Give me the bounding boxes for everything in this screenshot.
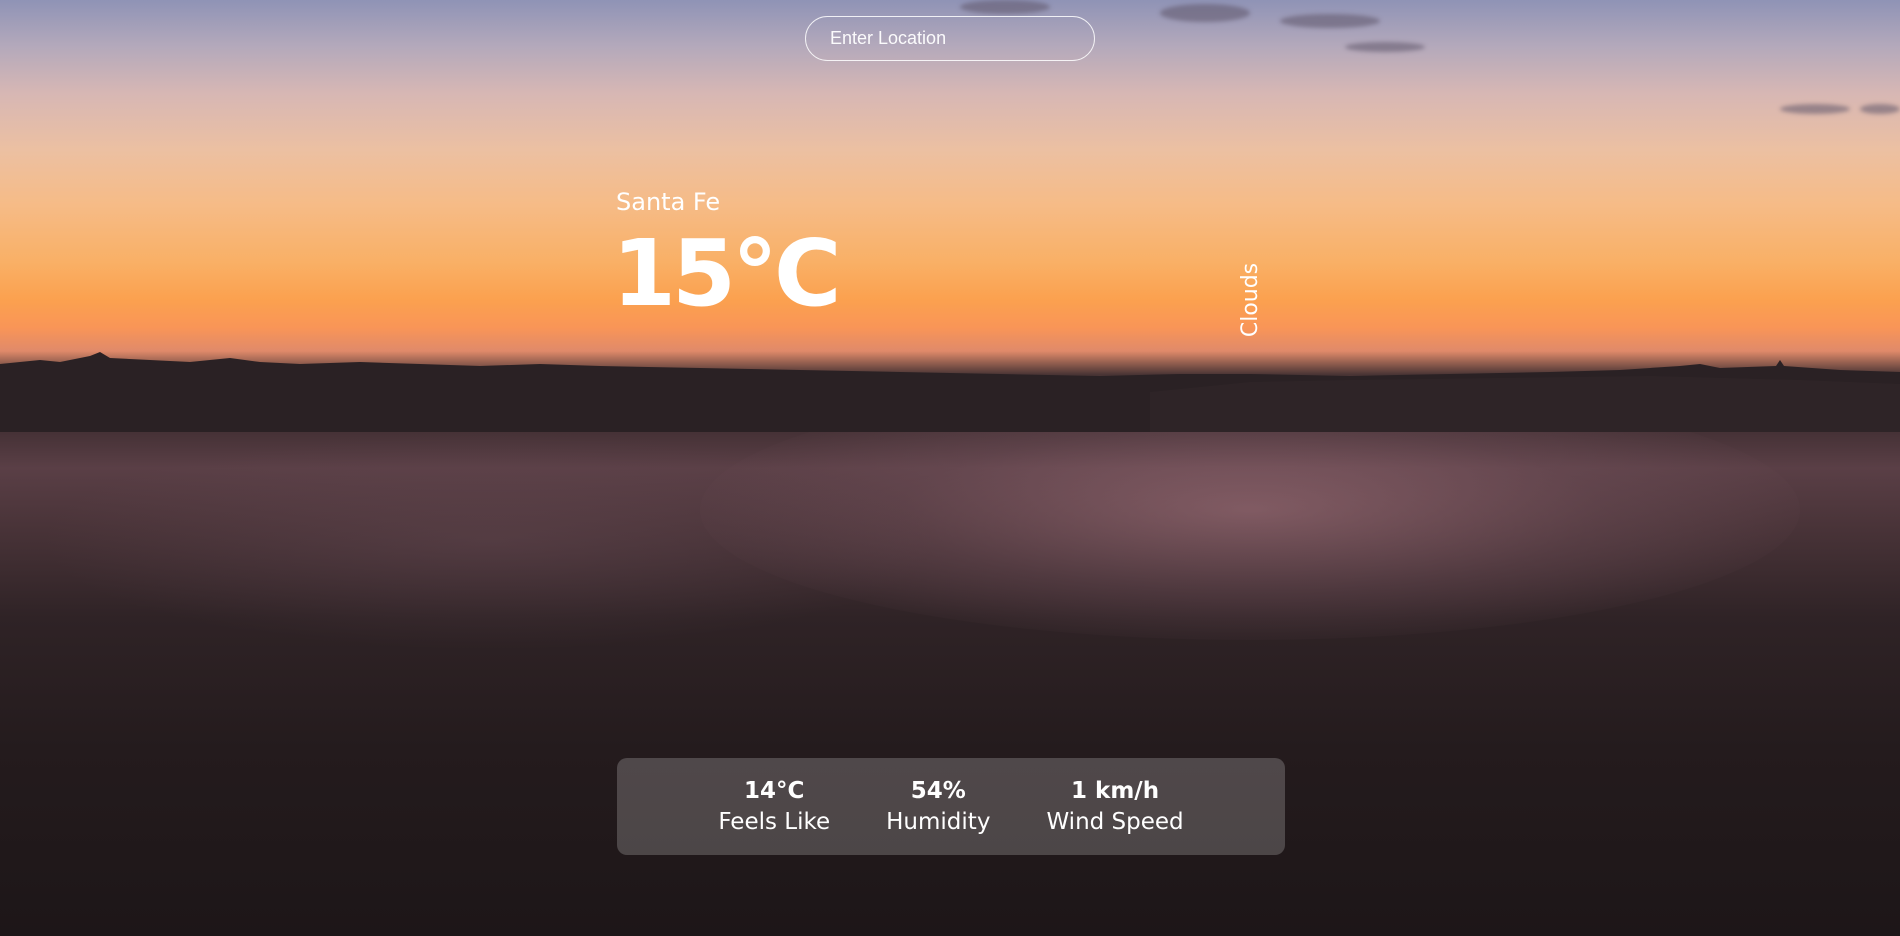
city-name: Santa Fe: [616, 188, 721, 216]
weather-stats-panel: 14°C Feels Like 54% Humidity 1 km/h Wind…: [617, 758, 1285, 855]
cloud: [1280, 14, 1380, 28]
location-search-input[interactable]: [805, 16, 1095, 61]
wind-speed-stat: 1 km/h Wind Speed: [1046, 776, 1183, 838]
cloud: [1780, 104, 1850, 114]
feels-like-stat: 14°C Feels Like: [718, 776, 830, 838]
current-temperature: 15°C: [612, 220, 842, 327]
cloud: [1860, 104, 1900, 114]
wind-speed-label: Wind Speed: [1046, 808, 1184, 835]
cloud: [1345, 42, 1425, 52]
wind-speed-value: 1 km/h: [1071, 777, 1160, 804]
feels-like-value: 14°C: [744, 777, 805, 804]
cloud: [1160, 4, 1250, 22]
humidity-value: 54%: [910, 777, 966, 804]
humidity-label: Humidity: [886, 808, 991, 835]
fog-overlay: [40, 430, 940, 650]
cloud: [960, 0, 1050, 14]
feels-like-label: Feels Like: [718, 808, 831, 835]
weather-condition: Clouds: [1238, 262, 1263, 338]
treeline-silhouette: [0, 352, 1900, 432]
humidity-stat: 54% Humidity: [886, 776, 990, 838]
